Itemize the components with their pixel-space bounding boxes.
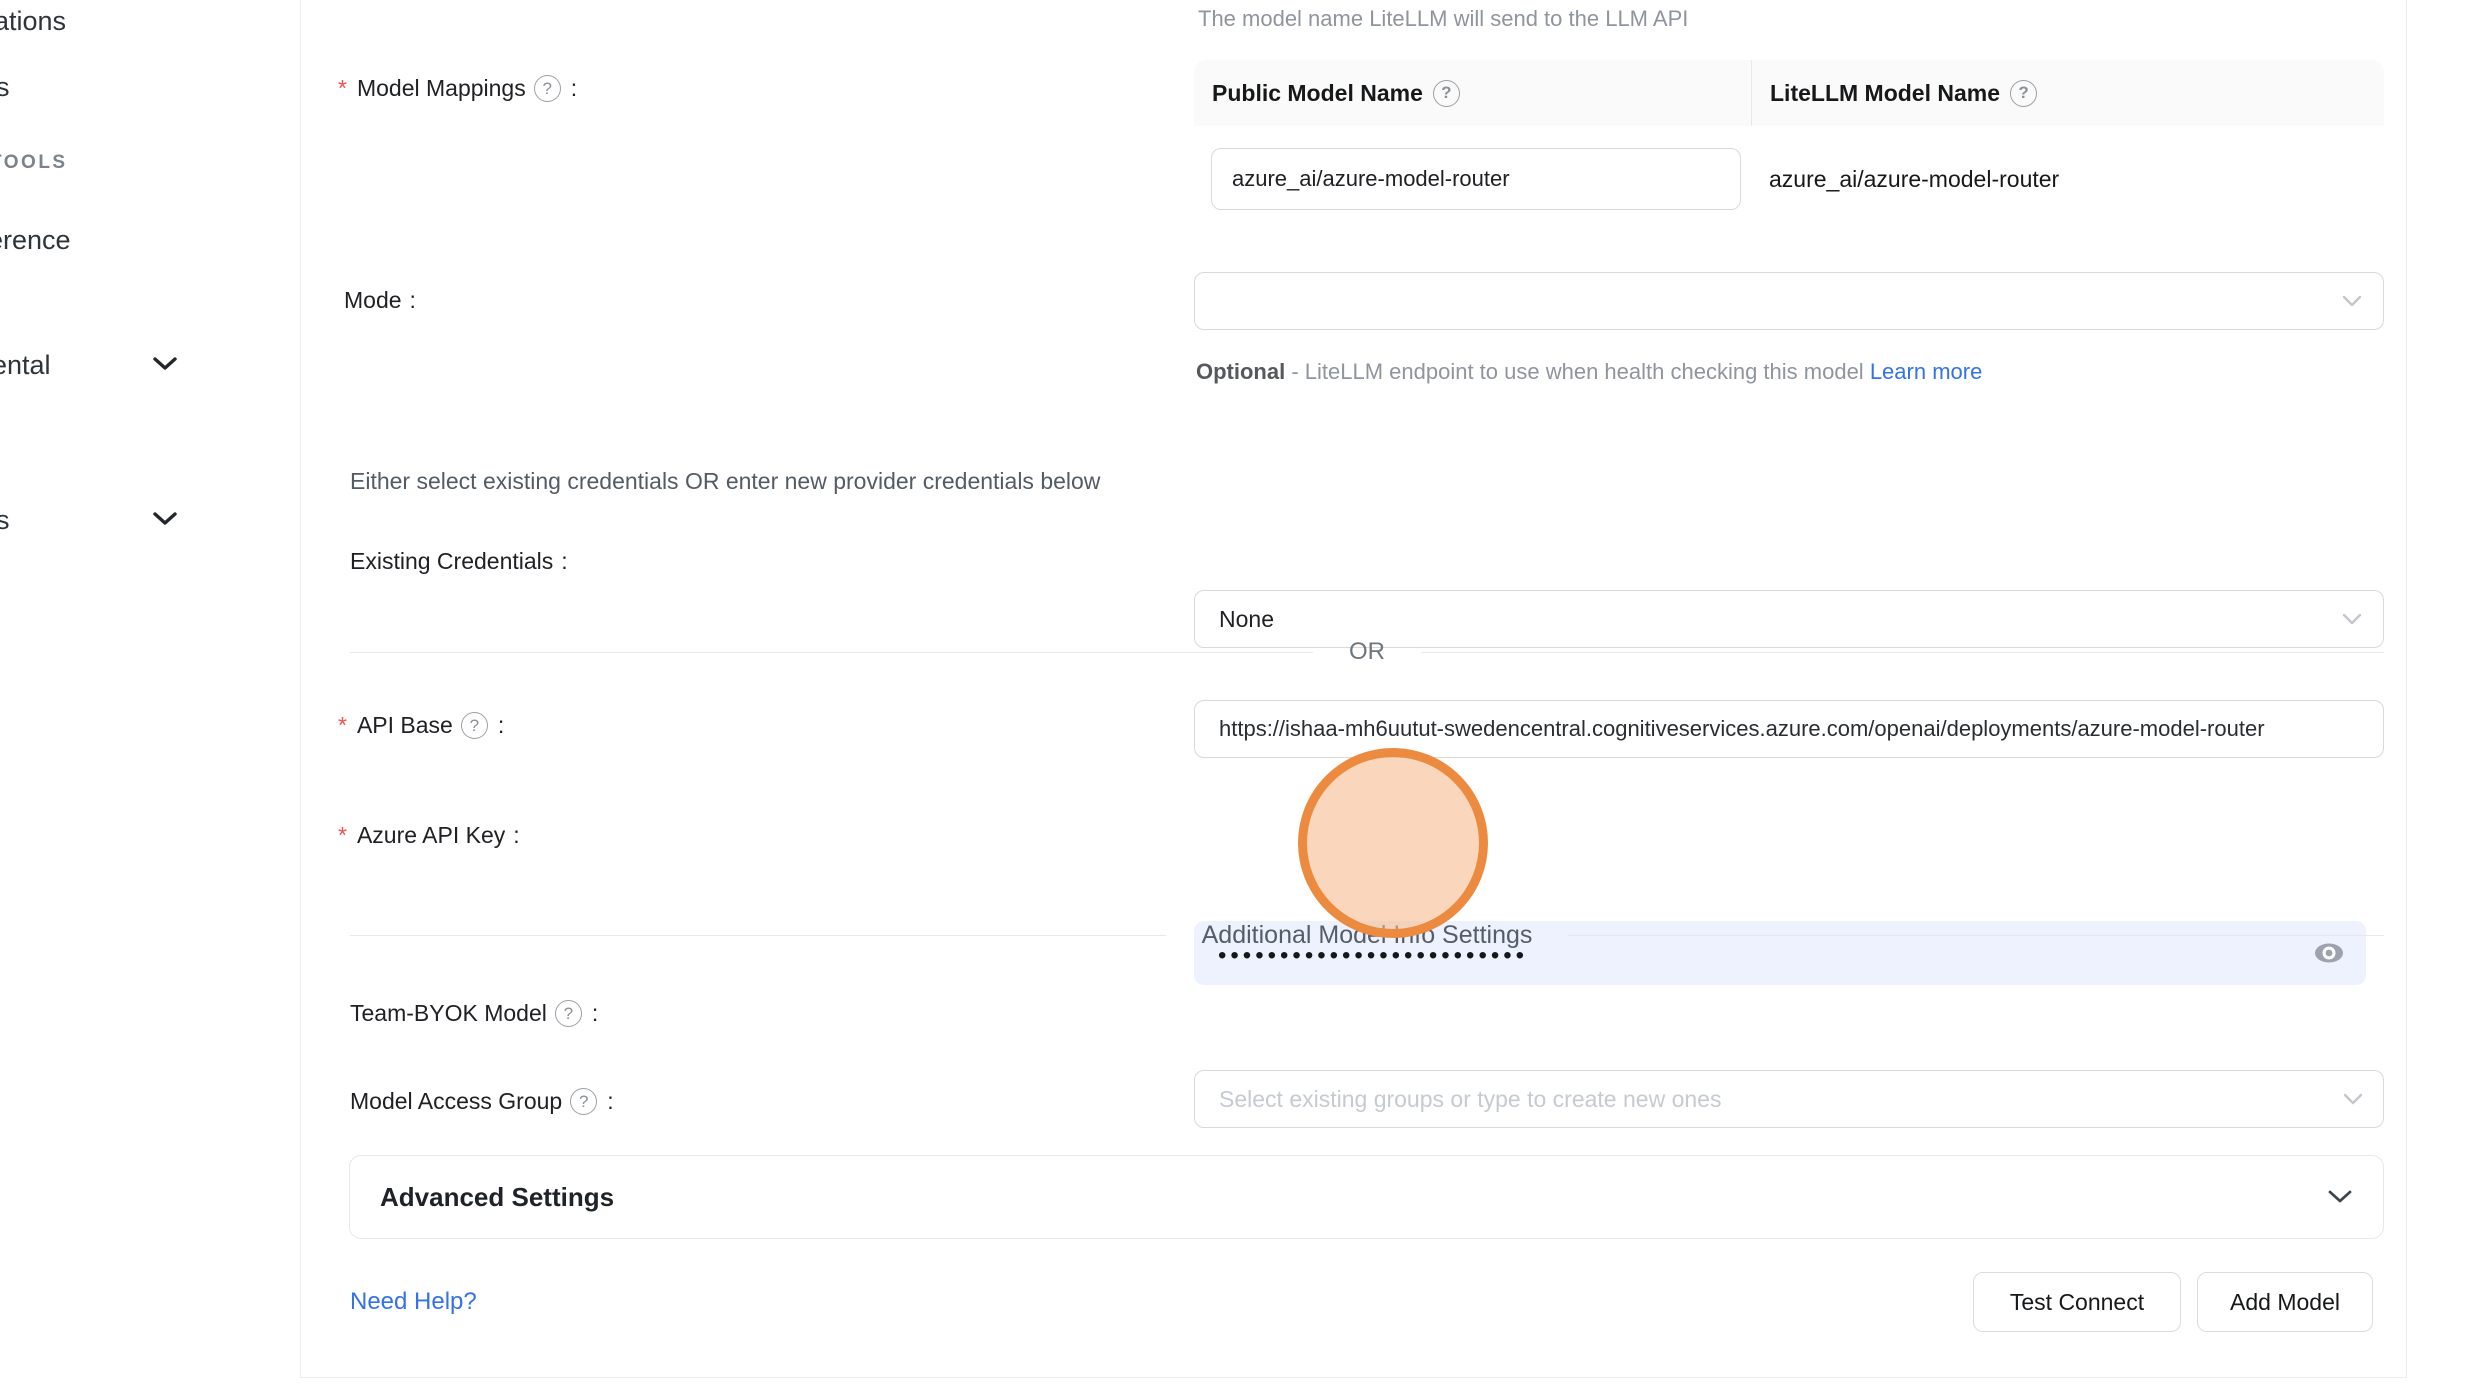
model-access-group-field [1194,1070,2384,1128]
colon: : [561,548,567,575]
existing-credentials-label-text: Existing Credentials [350,548,553,575]
model-mappings-table-header: Public Model Name ? LiteLLM Model Name ? [1194,60,2384,126]
colon: : [592,1000,598,1027]
colon: : [498,712,504,739]
existing-credentials-value: None [1219,606,1274,633]
or-divider: OR [350,638,2384,666]
advanced-settings-panel[interactable]: Advanced Settings [349,1155,2384,1239]
click-highlight-circle [1298,748,1488,938]
mode-label-text: Mode [344,287,402,314]
model-mappings-table-row: azure_ai/azure-model-router [1194,126,2384,210]
chevron-down-icon[interactable] [152,356,178,372]
add-model-form-card: The model name LiteLLM will send to the … [300,0,2407,1378]
help-question-icon[interactable]: ? [2010,80,2037,107]
sidebar-item-4[interactable]: ental [0,350,51,381]
colon: : [513,822,519,849]
add-model-button[interactable]: Add Model [2197,1272,2373,1332]
mode-help-bold: Optional [1196,359,1285,384]
sidebar-item-3[interactable]: erence [0,225,71,256]
learn-more-link[interactable]: Learn more [1870,359,1983,384]
chevron-down-icon [2327,1189,2353,1205]
team-byok-label-text: Team-BYOK Model [350,1000,547,1027]
sidebar-item-1-label: ations [0,6,66,36]
divider-line [350,652,1313,653]
divider-line [1568,935,2384,936]
sidebar-item-2[interactable]: s [0,72,10,103]
model-name-help-text: The model name LiteLLM will send to the … [1198,6,1688,32]
sidebar: ations s TOOLS erence ental s [0,0,300,1385]
help-question-icon[interactable]: ? [1433,80,1460,107]
sidebar-item-5-label: s [0,505,10,535]
azure-api-key-label-text: Azure API Key [357,822,505,849]
colon: : [571,75,577,102]
required-asterisk: * [338,75,347,102]
api-base-label: * API Base ? : [338,712,504,739]
or-divider-text: OR [1349,638,1385,666]
model-mappings-table: Public Model Name ? LiteLLM Model Name ?… [1194,60,2384,210]
sidebar-section-tools: TOOLS [0,152,68,174]
test-connect-button[interactable]: Test Connect [1973,1272,2181,1332]
help-question-icon[interactable]: ? [570,1088,597,1115]
chevron-down-icon[interactable] [152,511,178,527]
model-mappings-label-text: Model Mappings [357,75,526,102]
public-model-name-header: Public Model Name ? [1194,60,1751,126]
public-model-name-header-text: Public Model Name [1212,80,1423,107]
litellm-model-name-header: LiteLLM Model Name ? [1751,60,2384,126]
advanced-settings-label: Advanced Settings [380,1182,614,1213]
mode-help-text: Optional - LiteLLM endpoint to use when … [1196,352,2031,392]
chevron-down-icon [2342,1092,2364,1106]
help-question-icon[interactable]: ? [555,1000,582,1027]
divider-line [1421,652,2384,653]
public-model-name-input[interactable] [1211,148,1741,210]
model-mappings-label: * Model Mappings ? : [338,75,577,102]
need-help-link[interactable]: Need Help? [350,1288,477,1316]
credentials-note: Either select existing credentials OR en… [350,468,1100,495]
litellm-model-name-header-text: LiteLLM Model Name [1770,80,2000,107]
existing-credentials-label: Existing Credentials : [350,548,568,575]
model-access-group-label: Model Access Group ? : [350,1088,614,1115]
sidebar-item-2-label: s [0,72,10,102]
sidebar-item-1[interactable]: ations [0,6,66,37]
chevron-down-icon [2341,612,2363,626]
model-access-group-label-text: Model Access Group [350,1088,562,1115]
mode-select[interactable] [1194,272,2384,330]
mode-label: Mode : [344,287,416,314]
sidebar-item-5[interactable]: s [0,505,10,536]
api-base-label-text: API Base [357,712,453,739]
litellm-model-name-value: azure_ai/azure-model-router [1751,166,2384,193]
colon: : [410,287,416,314]
azure-api-key-label: * Azure API Key : [338,822,520,849]
help-question-icon[interactable]: ? [534,75,561,102]
sidebar-section-label: TOOLS [0,152,68,173]
chevron-down-icon [2341,294,2363,308]
help-question-icon[interactable]: ? [461,712,488,739]
required-asterisk: * [338,822,347,849]
divider-line [350,935,1166,936]
sidebar-item-3-label: erence [0,225,71,255]
sidebar-item-4-label: ental [0,350,51,380]
colon: : [607,1088,613,1115]
required-asterisk: * [338,712,347,739]
team-byok-label: Team-BYOK Model ? : [350,1000,598,1027]
mode-help-body: - LiteLLM endpoint to use when health ch… [1285,359,1870,384]
model-access-group-input[interactable] [1194,1070,2384,1128]
